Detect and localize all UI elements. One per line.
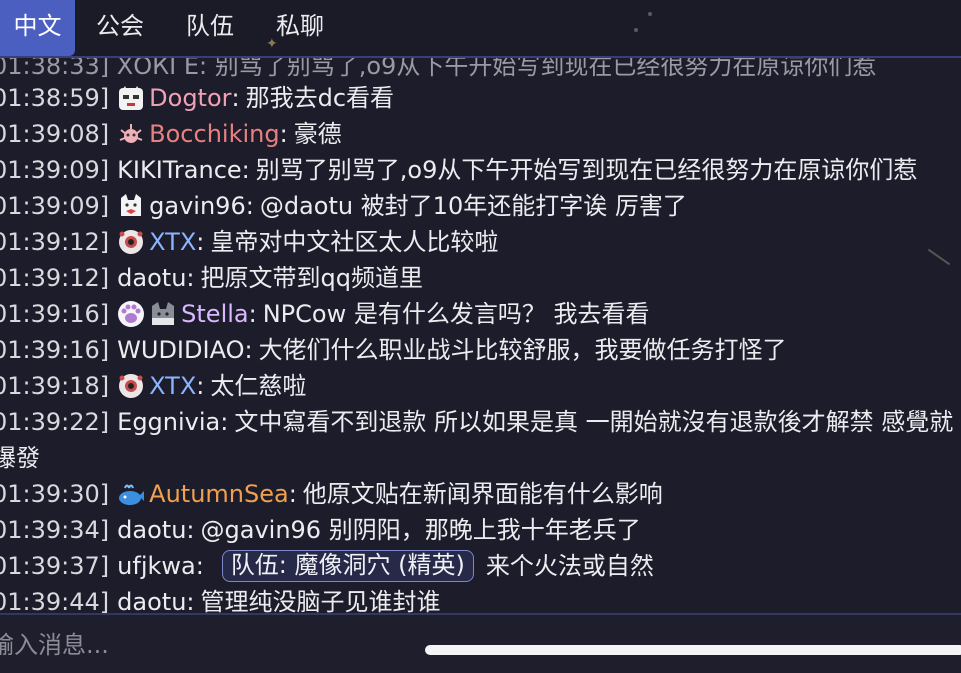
message-text: @daotu 被封了10年还能打字诶 厉害了 — [259, 192, 687, 220]
chat-message: 01:39:44] daotu: 管理纯没脑子见谁封谁 — [0, 584, 441, 613]
username[interactable]: Eggnivia — [117, 404, 220, 440]
eyeball-icon — [117, 228, 145, 256]
message-continuation: 爆發 — [0, 444, 40, 472]
star-dot-icon — [634, 28, 638, 32]
username[interactable]: AutumnSea — [149, 476, 289, 512]
username[interactable]: Bocchiking — [149, 116, 279, 152]
timestamp: 01:39:12] — [0, 228, 110, 256]
channel-tabs: 中文 公会 队伍 私聊 ✦ — [0, 0, 961, 56]
message-text: 大佬们什么职业战斗比较舒服，我要做任务打怪了 — [258, 336, 787, 364]
grey-cat-icon — [149, 300, 177, 328]
paw-icon — [117, 300, 145, 328]
username[interactable]: XTX — [149, 368, 196, 404]
username[interactable]: XTX — [149, 224, 196, 260]
chat-message: 01:39:09] KIKITrance: 别骂了别骂了,o9从下午开始写到现在… — [0, 152, 917, 188]
chat-message: 01:39:12] daotu: 把原文带到qq频道里 — [0, 260, 423, 296]
username[interactable]: KIKITrance — [117, 152, 242, 188]
chat-message: 01:39:18] XTX: 太仁慈啦 — [0, 368, 306, 404]
chat-message: 01:39:22] Eggnivia: 文中寫看不到退款 所以如果是真 一開始就… — [0, 404, 953, 440]
username[interactable]: daotu — [117, 584, 186, 613]
message-text: 太仁慈啦 — [210, 372, 307, 400]
message-text: 皇帝对中文社区太人比较啦 — [210, 228, 499, 256]
timestamp: 01:39:18] — [0, 372, 110, 400]
whale-icon — [117, 480, 145, 508]
chat-message: 01:39:16] Stella: NPCow 是有什么发言吗？ 我去看看 — [0, 296, 649, 332]
tab-chinese[interactable]: 中文 — [0, 0, 75, 56]
message-composer: 输入消息... — [0, 613, 961, 673]
username[interactable]: ufjkwa — [117, 548, 196, 584]
tab-party[interactable]: 队伍 — [174, 0, 246, 56]
chat-message: 01:39:16] WUDIDIAO: 大佬们什么职业战斗比较舒服，我要做任务打… — [0, 332, 787, 368]
chat-message: 01:39:12] XTX: 皇帝对中文社区太人比较啦 — [0, 224, 498, 260]
username[interactable]: Stella — [181, 296, 248, 332]
timestamp: 01:39:08] — [0, 120, 110, 148]
chat-message: 01:39:08] Bocchiking: 豪德 — [0, 116, 342, 152]
message-input[interactable]: 输入消息... — [0, 625, 109, 660]
chat-message: 01:39:37] ufjkwa: 队伍: 魔像洞穴 (精英) 来个火法或自然 — [0, 548, 654, 584]
username[interactable]: WUDIDIAO — [117, 332, 244, 368]
timestamp: 01:39:12] — [0, 264, 110, 292]
message-text: 他原文贴在新闻界面能有什么影响 — [302, 480, 663, 508]
message-text: 文中寫看不到退款 所以如果是真 一開始就沒有退款後才解禁 感覺就 — [234, 408, 954, 436]
message-text: 豪德 — [293, 120, 342, 148]
timestamp: 01:38:59] — [0, 84, 110, 112]
chat-message: 01:38:59] Dogtor: 那我去dc看看 — [0, 80, 394, 116]
home-indicator[interactable] — [425, 645, 961, 655]
eyeball-icon — [117, 372, 145, 400]
message-text: 管理纯没脑子见谁封谁 — [200, 588, 441, 613]
party-link-chip[interactable]: 队伍: 魔像洞穴 (精英) — [221, 550, 474, 582]
chat-log[interactable]: 01:38:33] ХОКІ Е: 别骂了别骂了,o9从下午开始写到现在已经很努… — [0, 58, 961, 613]
pink-crab-icon — [117, 120, 145, 148]
timestamp: 01:39:30] — [0, 480, 110, 508]
timestamp: 01:39:16] — [0, 300, 110, 328]
chat-message: 01:39:09] gavin96: @daotu 被封了10年还能打字诶 厉害… — [0, 188, 687, 224]
timestamp: 01:39:44] — [0, 588, 110, 613]
message-text: 那我去dc看看 — [245, 84, 395, 112]
message-text: 来个火法或自然 — [485, 552, 654, 580]
username[interactable]: Dogtor — [149, 80, 231, 116]
timestamp: 01:39:37] — [0, 552, 110, 580]
maid-cat-icon — [117, 84, 145, 112]
tab-guild[interactable]: 公会 — [84, 0, 156, 56]
sparkle-icon: ✦ — [266, 36, 278, 52]
message-text: 把原文带到qq频道里 — [200, 264, 423, 292]
timestamp: 01:39:09] — [0, 192, 110, 220]
chat-message: 01:39:30] AutumnSea: 他原文贴在新闻界面能有什么影响 — [0, 476, 663, 512]
timestamp: 01:39:09] — [0, 156, 110, 184]
timestamp: 01:39:16] — [0, 336, 110, 364]
username[interactable]: gavin96 — [149, 188, 246, 224]
decoration-line — [927, 248, 951, 266]
message-text: 别骂了别骂了,o9从下午开始写到现在已经很努力在原谅你们惹 — [255, 156, 918, 184]
username[interactable]: daotu — [117, 512, 186, 548]
clipped-message: 01:38:33] ХОКІ Е: 别骂了别骂了,o9从下午开始写到现在已经很努… — [0, 58, 877, 80]
timestamp: 01:39:22] — [0, 408, 110, 436]
timestamp: 01:39:34] — [0, 516, 110, 544]
star-dot-icon — [648, 12, 652, 16]
white-cat-icon — [117, 192, 145, 220]
username[interactable]: daotu — [117, 260, 186, 296]
message-text: NPCow 是有什么发言吗？ 我去看看 — [262, 300, 650, 328]
chat-message: 01:39:34] daotu: @gavin96 别阴阳，那晚上我十年老兵了 — [0, 512, 641, 548]
message-text: @gavin96 别阴阳，那晚上我十年老兵了 — [200, 516, 641, 544]
